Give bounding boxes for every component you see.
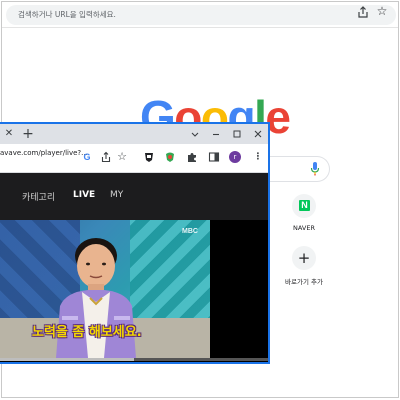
nav-item-my[interactable]: MY — [110, 190, 123, 200]
popup-browser-window: ✕ + avave.com/player/live?... G ☆ r ⋮ 카테… — [0, 122, 270, 364]
shortcut-icon-circle: + — [292, 246, 316, 270]
site-nav-bar: 홈 카테고리 LIVE MY — [0, 173, 268, 220]
share-icon[interactable] — [100, 151, 112, 163]
plus-icon: + — [297, 249, 311, 267]
shortcut-label: NAVER — [293, 224, 315, 232]
shield-extension-icon[interactable] — [143, 151, 155, 163]
extension-badge-icon[interactable] — [164, 151, 176, 163]
video-frame: MBC 노력을 좀 해보세요. — [0, 220, 210, 358]
google-translate-icon[interactable]: G — [81, 151, 93, 163]
close-window-icon[interactable] — [252, 127, 264, 141]
share-icon[interactable] — [356, 5, 370, 19]
shortcut-icon-circle: N — [292, 194, 316, 218]
shortcut-add[interactable]: + 바로가기 추가 — [276, 246, 332, 286]
video-progress-fill — [0, 358, 134, 361]
channel-logo: MBC — [182, 228, 198, 235]
side-panel-icon[interactable] — [208, 151, 220, 163]
bookmark-star-icon[interactable]: ☆ — [116, 151, 128, 163]
popup-url[interactable]: avave.com/player/live?... — [0, 149, 88, 157]
puzzle-extensions-icon[interactable] — [186, 151, 198, 163]
video-player[interactable]: MBC 노력을 좀 해보세요. — [0, 220, 268, 362]
more-menu-icon[interactable]: ⋮ — [252, 151, 264, 163]
shortcut-label: 바로가기 추가 — [285, 278, 323, 286]
nav-item-category[interactable]: 카테고리 — [22, 190, 55, 203]
shortcut-naver[interactable]: N NAVER — [276, 194, 332, 232]
main-toolbar: 검색하거나 URL을 입력하세요. ☆ — [2, 2, 398, 28]
popup-title-bar[interactable]: ✕ + — [0, 124, 268, 144]
minimize-icon[interactable] — [210, 127, 222, 141]
maximize-icon[interactable] — [231, 127, 243, 141]
close-tab-icon[interactable]: ✕ — [3, 127, 15, 141]
profile-avatar[interactable]: r — [229, 151, 241, 163]
omnibox[interactable]: 검색하거나 URL을 입력하세요. — [6, 5, 396, 25]
omnibox-placeholder: 검색하거나 URL을 입력하세요. — [18, 10, 116, 19]
nav-item-live[interactable]: LIVE — [73, 190, 95, 200]
bookmark-star-icon[interactable]: ☆ — [375, 4, 389, 18]
naver-logo-icon: N — [299, 200, 310, 211]
new-tab-button[interactable]: + — [21, 125, 35, 143]
chevron-down-icon[interactable] — [189, 127, 201, 141]
video-progress-bar[interactable] — [0, 358, 268, 361]
popup-toolbar: avave.com/player/live?... G ☆ r ⋮ — [0, 144, 268, 173]
microphone-icon[interactable] — [310, 161, 320, 177]
video-subtitle: 노력을 좀 해보세요. — [32, 325, 142, 340]
